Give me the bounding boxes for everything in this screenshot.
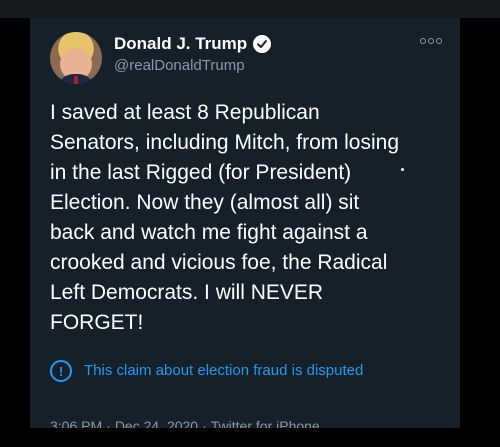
info-icon: !: [50, 360, 72, 382]
verified-badge-icon: [253, 35, 272, 53]
tweet-source[interactable]: Twitter for iPhone: [211, 418, 320, 428]
author-handle[interactable]: @realDonaldTrump: [114, 56, 245, 76]
top-band: [0, 0, 500, 18]
tweet-text-line: I saved at least 8 Republican: [50, 101, 320, 124]
tweet-text-line: Left Democrats. I will NEVER: [50, 281, 324, 304]
tweet-meta: 3:06 PM · Dec 24, 2020 · Twitter for iPhone: [50, 416, 320, 428]
tweet-time[interactable]: 3:06 PM: [50, 418, 102, 428]
avatar-tie: [74, 76, 78, 84]
stray-dot: [401, 168, 404, 171]
avatar[interactable]: [50, 32, 102, 84]
disputed-notice-text[interactable]: This claim about election fraud is dispu…: [84, 360, 363, 382]
author-name[interactable]: Donald J. Trump: [114, 32, 247, 56]
tweet-card: Donald J. Trump @realDonaldTrump I saved…: [30, 18, 460, 428]
author-row: Donald J. Trump: [114, 32, 272, 56]
tweet-text-line: FORGET!: [50, 311, 144, 334]
tweet-date[interactable]: Dec 24, 2020: [115, 418, 198, 428]
tweet-text-line: crooked and vicious foe, the Radical: [50, 251, 388, 274]
disputed-notice[interactable]: ! This claim about election fraud is dis…: [50, 360, 363, 382]
more-options-icon[interactable]: [420, 38, 442, 44]
meta-separator: ·: [106, 418, 111, 428]
meta-separator: ·: [202, 418, 207, 428]
tweet-text-line: in the last Rigged (for President): [50, 161, 352, 184]
tweet-text-line: back and watch me fight against a: [50, 221, 368, 244]
tweet-text: I saved at least 8 Republican Senators, …: [50, 98, 450, 338]
tweet-text-line: Senators, including Mitch, from losing: [50, 131, 399, 154]
tweet-text-line: Election. Now they (almost all) sit: [50, 191, 360, 214]
